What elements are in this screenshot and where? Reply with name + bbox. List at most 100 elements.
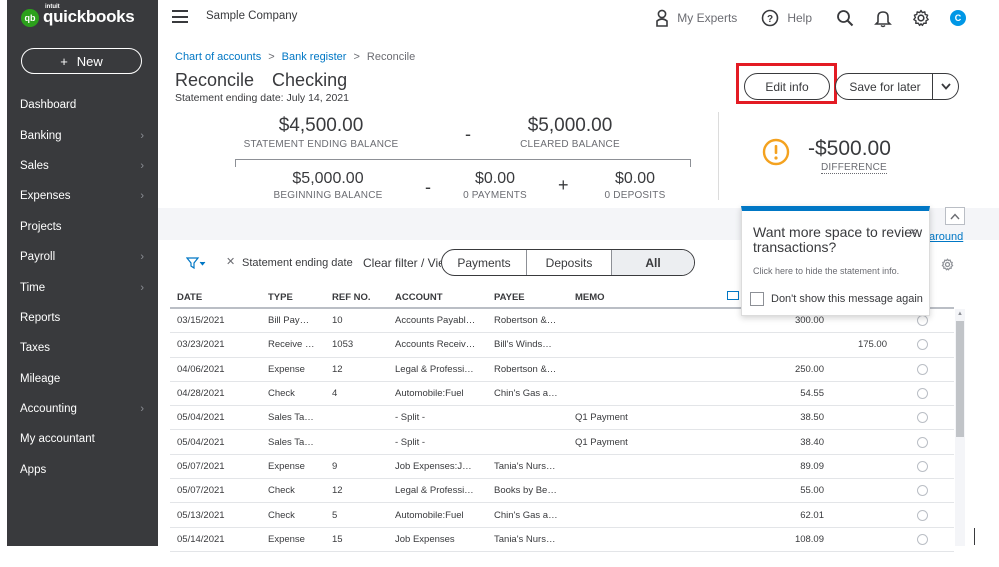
statement-ending-date: Statement ending date: July 14, 2021 [175, 92, 349, 104]
help-link[interactable]: ? Help [761, 9, 812, 27]
reconcile-checkmark-toggle[interactable] [917, 460, 928, 472]
dont-show-again-label: Don't show this message again [771, 293, 923, 305]
partial-link-text[interactable]: around [929, 231, 963, 243]
settings-gear-icon[interactable] [912, 9, 930, 27]
more-space-popup: Want more space to review transactions? … [741, 206, 930, 316]
breadcrumb-chart-of-accounts[interactable]: Chart of accounts [175, 51, 261, 63]
reconcile-checkmark-toggle[interactable] [917, 339, 928, 351]
sidebar-item-label: Expenses [20, 190, 71, 203]
cell-deposit: 175.00 [857, 339, 887, 351]
sidebar-item-label: Time [20, 281, 46, 294]
scroll-up-arrow-icon[interactable]: ▲ [957, 311, 963, 317]
reconcile-checkmark-toggle[interactable] [917, 412, 928, 424]
column-chooser-icon[interactable] [727, 291, 739, 300]
table-row[interactable]: 04/06/2021 Expense 12 Legal & Professi… Robe… [170, 358, 954, 382]
reconcile-checkmark-toggle[interactable] [917, 363, 928, 375]
quickbooks-logo[interactable]: qb intuit quickbooks [21, 4, 135, 28]
table-scrollbar[interactable]: ▲ [955, 309, 965, 546]
sidebar-item-payroll[interactable]: Payroll › [7, 242, 158, 272]
column-header-type[interactable]: TYPE [268, 292, 316, 303]
difference-value: -$500.00 [808, 137, 891, 160]
top-bar: Sample Company My Experts ? Help C [158, 0, 999, 36]
sidebar-item-label: Sales [20, 159, 49, 172]
sidebar-item-my-accountant[interactable]: My accountant [7, 424, 158, 454]
table-row[interactable]: 04/28/2021 Check 4 Automobile:Fuel Chin's Ga… [170, 382, 954, 407]
cell-type: Check [268, 485, 295, 497]
cell-payee: Robertson &… [494, 315, 557, 327]
reconcile-checkmark-toggle[interactable] [917, 315, 928, 327]
sidebar-item-expenses[interactable]: Expenses › [7, 181, 158, 211]
breadcrumb: Chart of accounts > Bank register > Reconcil… [175, 51, 416, 63]
table-row[interactable]: 05/04/2021 Sales Ta… - Split - Q1 Payment 38… [170, 430, 954, 455]
cell-ref: 1053 [332, 339, 354, 351]
table-settings-gear-icon[interactable] [941, 258, 954, 276]
cell-account: Automobile:Fuel [395, 509, 464, 521]
page-title-text: Reconcile [175, 70, 255, 90]
dont-show-again-checkbox-row[interactable]: Don't show this message again [750, 292, 923, 306]
minus-operator-2: - [425, 177, 431, 197]
tab-all[interactable]: All [612, 250, 694, 275]
minus-operator: - [465, 124, 471, 144]
edit-info-button[interactable]: Edit info [744, 73, 830, 100]
cell-payment: 38.40 [800, 436, 824, 448]
clear-filter-link[interactable]: Clear filter / View all [363, 256, 441, 270]
sidebar: qb intuit quickbooks + New Dashboard Bank… [7, 0, 158, 546]
reconcile-checkmark-toggle[interactable] [917, 533, 928, 545]
brand-name: quickbooks [43, 7, 135, 26]
dont-show-again-checkbox[interactable] [750, 292, 764, 306]
save-for-later-button[interactable]: Save for later [835, 73, 959, 100]
column-header-memo[interactable]: MEMO [575, 292, 665, 303]
collapse-chevron-up-icon[interactable] [945, 207, 965, 225]
person-icon [656, 9, 669, 27]
column-header-date[interactable]: DATE [177, 292, 202, 303]
sidebar-item-time[interactable]: Time › [7, 272, 158, 302]
summary-divider [718, 112, 719, 200]
sidebar-item-projects[interactable]: Projects [7, 212, 158, 242]
reconcile-checkmark-toggle[interactable] [917, 436, 928, 448]
my-experts-link[interactable]: My Experts [655, 9, 737, 27]
popup-close-icon[interactable]: × [909, 224, 917, 239]
sidebar-item-dashboard[interactable]: Dashboard [7, 90, 158, 120]
cell-memo: Q1 Payment [575, 436, 628, 448]
table-row[interactable]: 05/04/2021 Sales Ta… - Split - Q1 Payment 38… [170, 406, 954, 431]
cell-date: 05/07/2021 [177, 460, 225, 472]
search-icon[interactable] [836, 9, 854, 27]
cell-account: - Split - [395, 436, 426, 448]
column-header-payee[interactable]: PAYEE [494, 292, 560, 303]
reconcile-checkmark-toggle[interactable] [917, 485, 928, 497]
payments-value: $0.00 [474, 170, 516, 187]
sidebar-item-banking[interactable]: Banking › [7, 120, 158, 150]
table-row[interactable]: 03/23/2021 Receive … 1053 Accounts Receiv… B… [170, 333, 954, 358]
notifications-bell-icon[interactable] [874, 9, 892, 28]
transaction-type-toggle: Payments Deposits All [441, 249, 695, 276]
table-row[interactable]: 05/13/2021 Check 5 Automobile:Fuel Chin's Ga… [170, 503, 954, 528]
user-avatar[interactable]: C [950, 10, 966, 26]
column-header-ref-no[interactable]: REF NO. [332, 292, 371, 303]
sidebar-item-sales[interactable]: Sales › [7, 151, 158, 181]
help-icon: ? [762, 9, 779, 27]
table-row[interactable]: 05/07/2021 Check 12 Legal & Professi… Books … [170, 479, 954, 504]
breadcrumb-bank-register[interactable]: Bank register [282, 51, 347, 63]
sidebar-item-accounting[interactable]: Accounting › [7, 394, 158, 424]
cell-type: Expense [268, 460, 305, 472]
sidebar-item-reports[interactable]: Reports [7, 303, 158, 333]
scrollbar-thumb[interactable] [956, 321, 964, 437]
table-row[interactable]: 05/14/2021 Expense 15 Job Expenses Tania's N… [170, 528, 954, 552]
hamburger-menu-icon[interactable] [172, 10, 188, 23]
table-row[interactable]: 05/07/2021 Expense 9 Job Expenses:J… Tania's… [170, 455, 954, 480]
reconcile-checkmark-toggle[interactable] [917, 509, 928, 521]
text-cursor [974, 528, 975, 545]
filter-icon[interactable] [185, 256, 206, 274]
cell-payment: 55.00 [800, 485, 824, 497]
tab-deposits[interactable]: Deposits [527, 250, 612, 275]
sidebar-item-taxes[interactable]: Taxes [7, 333, 158, 363]
save-options-chevron-down-icon[interactable] [932, 74, 958, 99]
new-button[interactable]: + New [21, 48, 142, 74]
sidebar-item-mileage[interactable]: Mileage [7, 364, 158, 394]
warning-icon [762, 138, 790, 171]
column-header-account[interactable]: ACCOUNT [395, 292, 481, 303]
reconcile-checkmark-toggle[interactable] [917, 388, 928, 400]
tab-payments[interactable]: Payments [442, 250, 527, 275]
remove-filter-close-icon[interactable]: ✕ [226, 255, 235, 268]
sidebar-item-apps[interactable]: Apps [7, 455, 158, 485]
